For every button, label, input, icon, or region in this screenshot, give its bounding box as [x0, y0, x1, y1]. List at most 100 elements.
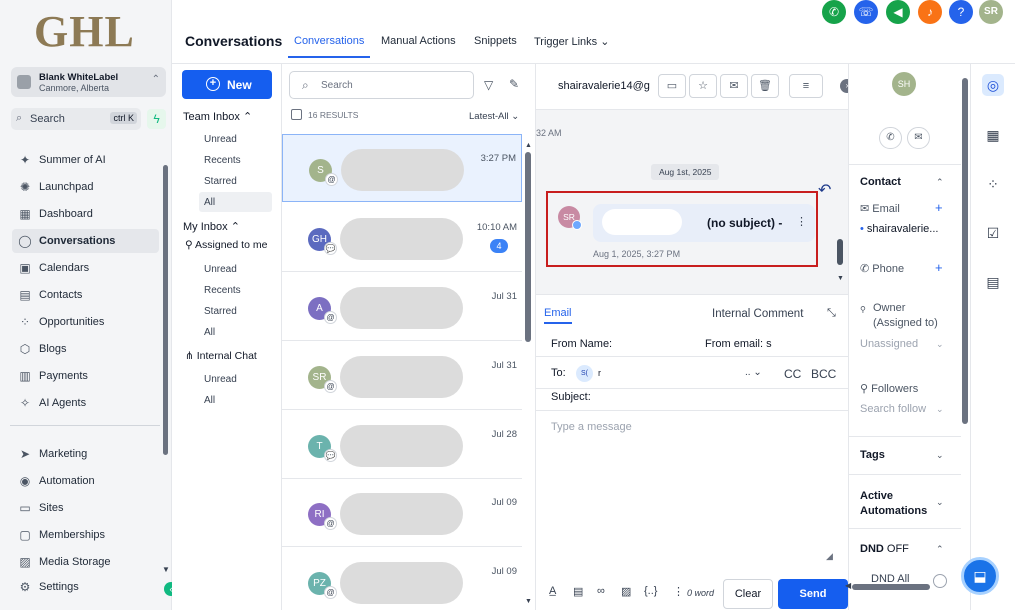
- add-phone-icon[interactable]: +: [935, 260, 943, 275]
- text-format-icon[interactable]: A̲: [549, 585, 556, 597]
- assigned-to-me[interactable]: ⚲ Assigned to me: [185, 239, 267, 251]
- account-switcher[interactable]: Blank WhiteLabel Canmore, Alberta ⌃: [11, 67, 166, 97]
- conversation-list-item[interactable]: S @3:27 PM: [282, 134, 522, 202]
- more-vertical-icon[interactable]: ⋮: [673, 585, 684, 598]
- sidebar-item-ai-agents[interactable]: ✧ AI Agents: [12, 391, 159, 415]
- subject-row[interactable]: Subject:: [536, 389, 848, 411]
- bcc-button[interactable]: BCC: [811, 367, 836, 381]
- help-icon[interactable]: ?: [949, 0, 973, 24]
- sidebar-item-launchpad[interactable]: ✺ Launchpad: [12, 175, 159, 199]
- internal-chat-all[interactable]: All: [204, 395, 215, 406]
- sort-select[interactable]: Latest-All ⌄: [469, 111, 519, 122]
- sidebar-item-contacts[interactable]: ▤ Contacts: [12, 283, 159, 307]
- filter-lines-icon[interactable]: ≡: [789, 74, 823, 98]
- app-logo[interactable]: GHL: [34, 6, 135, 57]
- add-email-icon[interactable]: +: [935, 200, 943, 215]
- team-inbox-unread[interactable]: Unread: [204, 134, 237, 145]
- dnd-all-toggle[interactable]: [933, 574, 947, 588]
- horizontal-scrollbar[interactable]: [852, 584, 930, 590]
- my-inbox-recents[interactable]: Recents: [204, 285, 241, 296]
- chevron-up-icon[interactable]: ⌃: [936, 544, 944, 555]
- conversation-list-item[interactable]: GH 💬 10:10 AM 4: [282, 204, 522, 272]
- notes-icon[interactable]: ▤: [982, 271, 1004, 293]
- internal-chat-heading[interactable]: ⋔ Internal Chat: [185, 350, 257, 362]
- folder-icon[interactable]: ▭: [658, 74, 686, 98]
- sidebar-item-calendars[interactable]: ▣ Calendars: [12, 256, 159, 280]
- recipient-chip[interactable]: S(: [576, 365, 593, 382]
- email-contact-icon[interactable]: ✉: [907, 127, 930, 149]
- sidebar-item-blogs[interactable]: ⬡ Blogs: [12, 337, 159, 361]
- tab-trigger-links[interactable]: Trigger Links ⌄: [534, 35, 609, 48]
- resize-handle-icon[interactable]: ◢: [826, 551, 833, 562]
- composer-tab-internal-comment[interactable]: Internal Comment: [712, 308, 803, 320]
- user-avatar[interactable]: SR: [979, 0, 1003, 24]
- tab-manual-actions[interactable]: Manual Actions: [381, 35, 456, 47]
- conversation-list-item[interactable]: T 💬 Jul 28: [282, 411, 522, 479]
- announcement-icon[interactable]: ◀: [886, 0, 910, 24]
- conversation-list-scrollbar[interactable]: [525, 152, 531, 342]
- message-input[interactable]: Type a message: [551, 421, 632, 433]
- mail-icon[interactable]: ✉: [720, 74, 748, 98]
- sidebar-item-conversations[interactable]: ◯ Conversations: [12, 229, 159, 253]
- followers-search-input[interactable]: Search follow: [860, 403, 926, 415]
- sidebar-item-opportunities[interactable]: ⁘ Opportunities: [12, 310, 159, 334]
- custom-values-icon[interactable]: {..}: [644, 585, 657, 597]
- clear-button[interactable]: Clear: [723, 579, 773, 609]
- contact-heading[interactable]: Contact: [860, 176, 901, 188]
- send-button[interactable]: Send: [778, 579, 848, 609]
- sidebar-search[interactable]: ⌕ Search ctrl K: [11, 108, 141, 130]
- filter-icon[interactable]: ▽: [484, 78, 493, 92]
- from-name-label[interactable]: From Name:: [551, 338, 612, 350]
- chevron-down-icon[interactable]: ⌄: [936, 404, 944, 415]
- conversation-search-input[interactable]: ⌕ Search: [289, 71, 474, 99]
- sidebar-item-sites[interactable]: ▭ Sites: [12, 496, 159, 520]
- sidebar-item-marketing[interactable]: ➤ Marketing: [12, 442, 159, 466]
- select-all-checkbox[interactable]: [291, 109, 302, 120]
- my-inbox-starred[interactable]: Starred: [204, 306, 237, 317]
- team-inbox-heading[interactable]: Team Inbox ⌃: [183, 110, 252, 123]
- quick-actions-bolt-icon[interactable]: ϟ: [147, 109, 166, 129]
- team-inbox-all[interactable]: All: [204, 197, 215, 208]
- sidebar-item-automation[interactable]: ◉ Automation: [12, 469, 159, 493]
- call-contact-icon[interactable]: ✆: [879, 127, 902, 149]
- bell-icon[interactable]: ♪: [918, 0, 942, 24]
- document-icon[interactable]: ▤: [573, 585, 583, 598]
- trash-icon[interactable]: 🗑: [751, 74, 779, 98]
- email-field-value[interactable]: • shairavalerie...: [860, 223, 938, 235]
- scroll-left-icon[interactable]: ◀: [845, 581, 851, 590]
- tab-conversations[interactable]: Conversations: [294, 35, 364, 47]
- contact-panel-scrollbar[interactable]: [962, 78, 968, 424]
- tab-snippets[interactable]: Snippets: [474, 35, 517, 47]
- conversation-list-item[interactable]: SR @ Jul 31: [282, 342, 522, 410]
- tags-section[interactable]: Tags ⌄: [849, 436, 961, 474]
- sidebar-item-summer-of-ai[interactable]: ✦ Summer of AI: [12, 148, 159, 172]
- sidebar-scrollbar[interactable]: [163, 165, 168, 455]
- sidebar-item-payments[interactable]: ▥ Payments: [12, 364, 159, 388]
- sidebar-item-settings[interactable]: ⚙ Settings: [12, 575, 159, 599]
- my-inbox-all[interactable]: All: [204, 327, 215, 338]
- scroll-down-icon[interactable]: ▼: [837, 275, 844, 282]
- sidebar-item-dashboard[interactable]: ▦ Dashboard: [12, 202, 159, 226]
- more-vertical-icon[interactable]: ⋮: [796, 215, 807, 228]
- task-check-icon[interactable]: ☑: [982, 222, 1004, 244]
- compose-icon[interactable]: ✎: [509, 77, 519, 91]
- sidebar-item-memberships[interactable]: ▢ Memberships: [12, 523, 159, 547]
- conversation-list-item[interactable]: A @ Jul 31: [282, 273, 522, 341]
- dialer-icon[interactable]: ☏: [854, 0, 878, 24]
- support-chat-icon[interactable]: ⬓: [961, 557, 999, 595]
- message-bubble[interactable]: (no subject) - ⋮: [593, 204, 815, 242]
- recipient-select[interactable]: .. ⌄: [745, 367, 762, 378]
- team-inbox-starred[interactable]: Starred: [204, 176, 237, 187]
- scroll-down-icon[interactable]: ▼: [525, 598, 532, 605]
- conversation-list-item[interactable]: PZ @ Jul 09: [282, 548, 522, 610]
- expand-icon[interactable]: ⤡: [827, 307, 836, 320]
- calendar-icon[interactable]: ▦: [982, 124, 1004, 146]
- cc-button[interactable]: CC: [784, 367, 801, 381]
- internal-chat-unread[interactable]: Unread: [204, 374, 237, 385]
- sidebar-item-media-storage[interactable]: ▨ Media Storage: [12, 550, 159, 574]
- team-inbox-recents[interactable]: Recents: [204, 155, 241, 166]
- my-inbox-unread[interactable]: Unread: [204, 264, 237, 275]
- phone-icon[interactable]: ✆: [822, 0, 846, 24]
- chevron-down-icon[interactable]: ⌄: [936, 339, 944, 350]
- owner-select[interactable]: Unassigned: [860, 338, 918, 350]
